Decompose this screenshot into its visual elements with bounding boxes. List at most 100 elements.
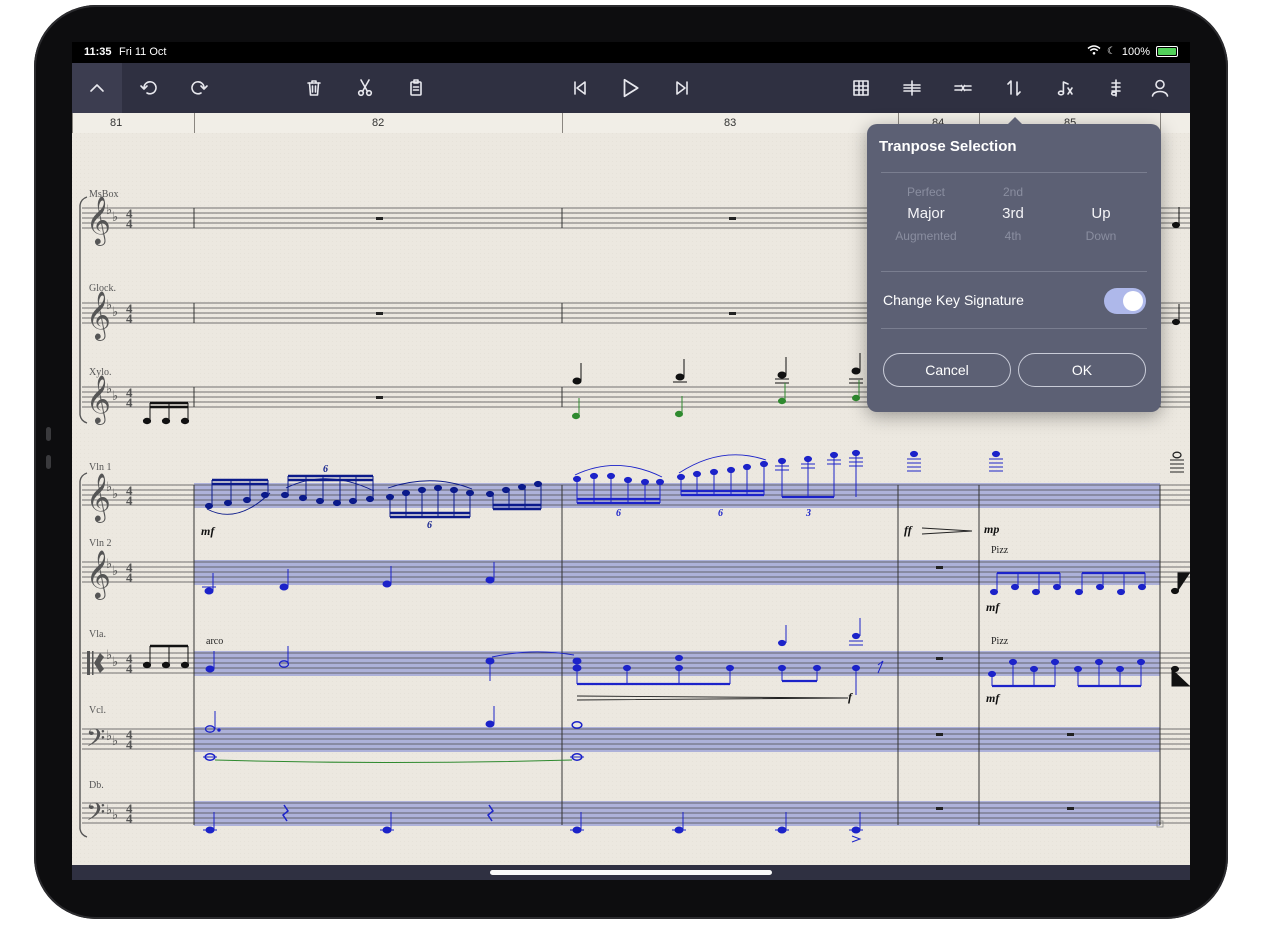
- bass-clef-icon: 𝄢: [86, 724, 105, 759]
- paste-button[interactable]: [396, 63, 436, 113]
- toolbar: [72, 63, 1190, 113]
- cut-button[interactable]: [345, 63, 385, 113]
- picker-option[interactable]: 4th: [968, 228, 1058, 244]
- picker-option[interactable]: 2nd: [968, 184, 1058, 200]
- bass-clef-icon: 𝄢: [86, 798, 105, 833]
- picker-option[interactable]: [1056, 184, 1146, 200]
- ok-button[interactable]: OK: [1018, 353, 1146, 387]
- tuplet-number: 6: [616, 508, 621, 519]
- redo-icon: [191, 81, 208, 95]
- instrument-label: Vcl.: [89, 705, 106, 716]
- undo-button[interactable]: [129, 63, 169, 113]
- picker-option[interactable]: Perfect: [881, 184, 971, 200]
- home-indicator[interactable]: [490, 870, 772, 875]
- app-screen: 11:35 Fri 11 Oct ☾ 100% 81 82 83 84 85 M…: [72, 42, 1190, 880]
- moon-icon: ☾: [1106, 46, 1116, 57]
- time-sig-bottom: 4: [126, 811, 133, 826]
- instrument-label: Db.: [89, 780, 104, 791]
- flat-icon: ♭: [112, 564, 118, 579]
- dynamic-mark: ff: [904, 523, 913, 537]
- paste-icon: [410, 79, 422, 96]
- time-sig-bottom: 4: [126, 395, 133, 410]
- picker-option[interactable]: Augmented: [881, 228, 971, 244]
- time-sig-bottom: 4: [126, 570, 133, 585]
- toggle-knob: [1123, 291, 1143, 311]
- change-key-signature-toggle[interactable]: [1104, 288, 1146, 314]
- picker-selected[interactable]: Up: [1056, 200, 1146, 228]
- dynamic-mark: mf: [986, 691, 1000, 705]
- status-date: Fri 11 Oct: [119, 46, 167, 58]
- split-staff-icon: [903, 80, 921, 96]
- swap-button[interactable]: [943, 63, 983, 113]
- wifi-icon: [1087, 45, 1101, 58]
- dynamic-mark: mp: [984, 522, 999, 536]
- battery-percent: 100%: [1121, 45, 1150, 58]
- rewind-button[interactable]: [560, 63, 600, 113]
- time-sig-bottom: 4: [126, 216, 133, 231]
- status-bar: 11:35 Fri 11 Oct ☾ 100%: [72, 42, 1190, 63]
- technique-text: arco: [206, 636, 223, 647]
- note-input-button[interactable]: [1045, 63, 1085, 113]
- skip-forward-icon: [676, 81, 688, 95]
- time-sig-bottom: 4: [126, 737, 133, 752]
- interval-picker[interactable]: 2nd 3rd 4th: [968, 184, 1058, 244]
- fast-forward-button[interactable]: [662, 63, 702, 113]
- technique-text: Pizz: [991, 636, 1009, 647]
- scissors-icon: [357, 79, 373, 97]
- account-icon: [1151, 79, 1169, 97]
- tuner-button[interactable]: [1096, 63, 1136, 113]
- picker-option[interactable]: Down: [1056, 228, 1146, 244]
- tuplet-number: 3: [805, 508, 811, 519]
- split-button[interactable]: [892, 63, 932, 113]
- dynamic-mark: mf: [201, 524, 215, 538]
- tuner-icon: [1110, 79, 1121, 97]
- flat-icon: ♭: [112, 389, 118, 404]
- delete-button[interactable]: [294, 63, 334, 113]
- time-sig-bottom: 4: [126, 493, 133, 508]
- direction-picker[interactable]: Up Down: [1056, 184, 1146, 244]
- chevron-up-icon: [90, 84, 104, 92]
- redo-button[interactable]: [179, 63, 219, 113]
- popover-arrow: [1007, 117, 1023, 125]
- technique-text: Pizz: [991, 545, 1009, 556]
- popover-title: Tranpose Selection: [879, 138, 1017, 155]
- play-button[interactable]: [610, 63, 650, 113]
- account-button[interactable]: [1140, 63, 1180, 113]
- battery-icon: [1156, 46, 1178, 57]
- flat-icon: ♭: [112, 734, 118, 749]
- divider: [881, 271, 1147, 272]
- instrument-label: Vla.: [89, 629, 106, 640]
- note-input-icon: [1057, 81, 1073, 96]
- divider: [881, 172, 1147, 173]
- quality-picker[interactable]: Perfect Major Augmented: [881, 184, 971, 244]
- bar-number: 81: [110, 117, 123, 129]
- trash-icon: [307, 80, 321, 96]
- transpose-icon: [1007, 80, 1021, 96]
- time-sig-bottom: 4: [126, 661, 133, 676]
- play-icon: [623, 78, 639, 98]
- cancel-button[interactable]: Cancel: [883, 353, 1011, 387]
- flat-icon: ♭: [112, 655, 118, 670]
- collapse-toolbar-button[interactable]: [72, 63, 122, 113]
- skip-back-icon: [574, 81, 586, 95]
- tuplet-number: 6: [427, 520, 432, 531]
- select-mode-button[interactable]: [841, 63, 881, 113]
- swap-icon: [954, 84, 972, 92]
- flat-icon: ♭: [112, 210, 118, 225]
- picker-selected[interactable]: Major: [881, 200, 971, 228]
- tuplet-number: 6: [323, 464, 328, 475]
- flat-icon: ♭: [112, 305, 118, 320]
- flat-icon: ♭: [112, 487, 118, 502]
- instrument-label: Vln 2: [89, 538, 112, 549]
- grid-select-icon: [853, 80, 869, 96]
- side-button: [46, 455, 51, 469]
- toggle-label: Change Key Signature: [883, 292, 1024, 308]
- tuplet-number: 6: [718, 508, 723, 519]
- transpose-button[interactable]: [994, 63, 1034, 113]
- side-button: [46, 427, 51, 441]
- dynamic-mark: mf: [986, 600, 1000, 614]
- flat-icon: ♭: [112, 808, 118, 823]
- undo-icon: [140, 81, 157, 95]
- picker-selected[interactable]: 3rd: [968, 200, 1058, 228]
- status-time: 11:35: [84, 46, 112, 58]
